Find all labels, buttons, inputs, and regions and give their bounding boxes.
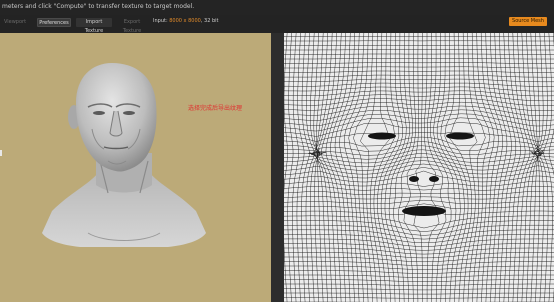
wireframe-right-eye — [446, 132, 474, 140]
import-texture-button[interactable]: Import Texture — [76, 18, 112, 34]
panel-edge-marker — [0, 150, 2, 156]
input-bitdepth: , 32 bit — [200, 18, 219, 24]
wireframe-right-nostril — [429, 176, 439, 182]
uv-wireframe — [284, 33, 554, 302]
hint-text: meters and click "Compute" to transfer t… — [2, 3, 195, 10]
head-model — [42, 63, 206, 247]
3d-viewport[interactable]: 选择完成后导出纹理 — [0, 33, 271, 302]
wireframe-left-nostril — [409, 176, 419, 182]
wireframe-left-eye — [368, 132, 396, 140]
pane-divider[interactable] — [271, 33, 284, 302]
tab-preferences[interactable]: Preferences — [37, 18, 71, 27]
uv-wireframe-view[interactable] — [284, 33, 554, 302]
input-dimensions: 8000 x 8000 — [169, 18, 201, 24]
wireframe-mouth — [402, 206, 446, 216]
input-label: Input: — [153, 18, 168, 24]
annotation-text: 选择完成后导出纹理 — [188, 105, 243, 112]
wireframe-horizontal-lines — [284, 36, 554, 302]
input-info: Input: 8000 x 8000, 32 bit — [153, 18, 218, 24]
export-texture-button[interactable]: Export Texture — [114, 18, 150, 34]
toolbar: Viewport Preferences Import Texture Expo… — [0, 15, 554, 34]
tab-viewport[interactable]: Viewport — [3, 18, 27, 27]
source-mesh-button[interactable]: Source Mesh — [509, 17, 547, 26]
